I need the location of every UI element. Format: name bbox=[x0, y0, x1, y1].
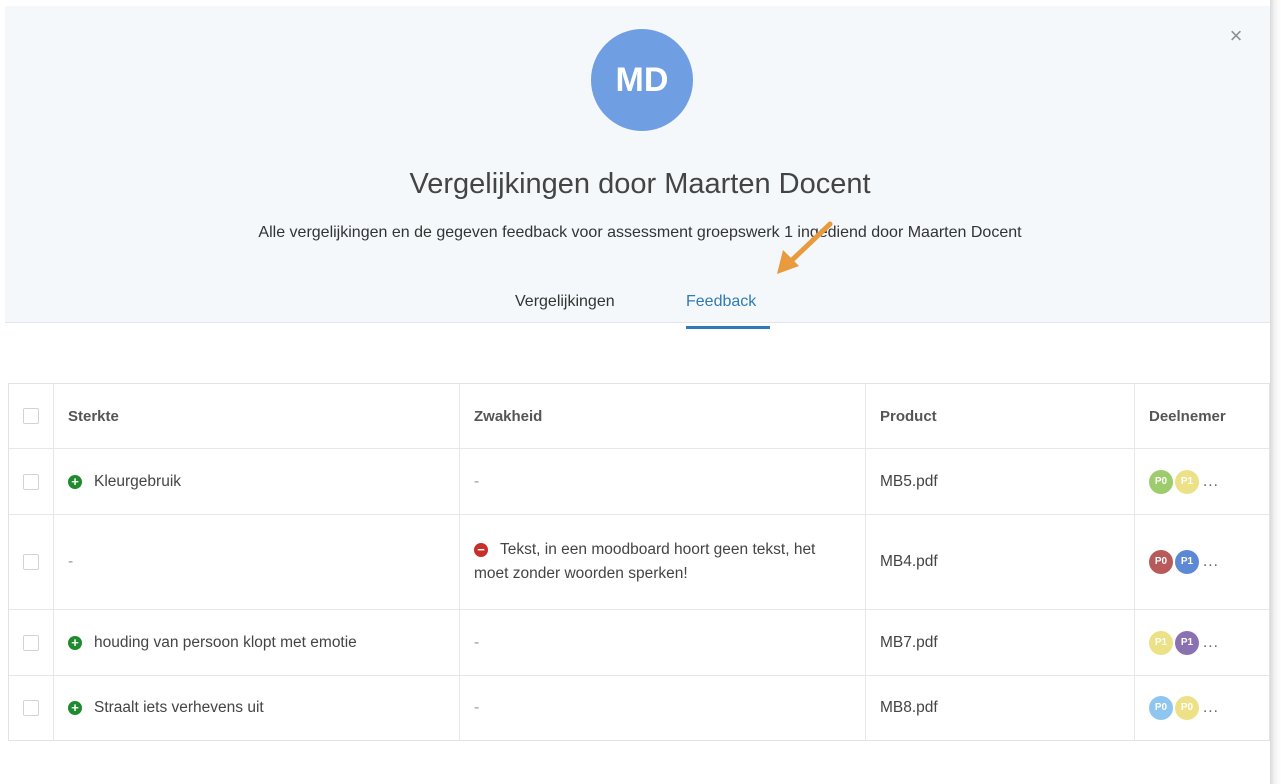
table-row[interactable]: + houding van persoon klopt met emotie - … bbox=[9, 610, 1269, 676]
row-checkbox[interactable] bbox=[23, 473, 39, 490]
close-icon[interactable]: × bbox=[1224, 24, 1248, 48]
plus-circle-icon: + bbox=[68, 701, 82, 715]
product-cell[interactable]: MB4.pdf bbox=[866, 515, 1135, 609]
page-subtitle: Alle vergelijkingen en de gegeven feedba… bbox=[258, 224, 1022, 241]
header-deelnemer[interactable]: Deelnemer bbox=[1135, 384, 1269, 448]
product-cell[interactable]: MB7.pdf bbox=[866, 610, 1135, 675]
participant-badge: P0 bbox=[1149, 469, 1173, 494]
row-checkbox[interactable] bbox=[23, 634, 39, 651]
table-row[interactable]: - − Tekst, in een moodboard hoort geen te… bbox=[9, 515, 1269, 610]
strength-text: Kleurgebruik bbox=[94, 472, 182, 490]
strength-text: houding van persoon klopt met emotie bbox=[94, 633, 357, 651]
row-select-cell bbox=[9, 610, 54, 675]
tab-vergelijkingen[interactable]: Vergelijkingen bbox=[515, 293, 615, 311]
table-header-row: Sterkte Zwakheid Product Deelnemer bbox=[9, 384, 1269, 449]
strength-cell: + Kleurgebruik bbox=[54, 449, 460, 514]
participant-badge: P1 bbox=[1175, 469, 1199, 494]
select-all-cell bbox=[9, 384, 54, 448]
product-cell[interactable]: MB8.pdf bbox=[866, 676, 1135, 740]
annotation-arrow-icon bbox=[777, 221, 833, 274]
product-cell[interactable]: MB5.pdf bbox=[866, 449, 1135, 514]
weakness-cell: - bbox=[460, 676, 866, 740]
active-tab-indicator bbox=[686, 326, 770, 329]
participant-badge: P0 bbox=[1175, 696, 1199, 720]
feedback-table: Sterkte Zwakheid Product Deelnemer + Kleu… bbox=[8, 383, 1270, 741]
row-select-cell bbox=[9, 676, 54, 740]
tab-feedback[interactable]: Feedback bbox=[686, 293, 756, 311]
more-participants[interactable]: ... bbox=[1203, 634, 1219, 652]
participants-cell: P0 P0... bbox=[1135, 676, 1269, 740]
participants-cell: P1 P1... bbox=[1135, 610, 1269, 675]
row-select-cell bbox=[9, 515, 54, 609]
participants-cell: P0 P1... bbox=[1135, 449, 1269, 514]
header-zwakheid[interactable]: Zwakheid bbox=[460, 384, 866, 448]
header-sterkte[interactable]: Sterkte bbox=[54, 384, 460, 448]
weakness-text: Tekst, in een moodboard hoort geen tekst… bbox=[474, 541, 816, 582]
page-title: Vergelijkingen door Maarten Docent bbox=[409, 168, 871, 200]
dialog-edge-shadow bbox=[1270, 0, 1281, 784]
weakness-cell: - bbox=[460, 449, 866, 514]
participant-badge: P1 bbox=[1175, 550, 1199, 574]
plus-circle-icon: + bbox=[68, 474, 82, 489]
participant-badge: P0 bbox=[1149, 696, 1173, 720]
minus-circle-icon: − bbox=[474, 543, 488, 557]
participants-cell: P0 P1... bbox=[1135, 515, 1269, 609]
participant-badge: P0 bbox=[1149, 550, 1173, 574]
participant-badge: P1 bbox=[1175, 630, 1199, 655]
strength-cell: - bbox=[54, 515, 460, 609]
dialog-header: × MD Vergelijkingen door Maarten Docent … bbox=[5, 6, 1270, 329]
select-all-checkbox[interactable] bbox=[23, 408, 39, 424]
weakness-cell: − Tekst, in een moodboard hoort geen teks… bbox=[460, 515, 866, 609]
table-row[interactable]: + Straalt iets verhevens uit - MB8.pdf P0… bbox=[9, 676, 1269, 740]
row-select-cell bbox=[9, 449, 54, 514]
strength-cell: + Straalt iets verhevens uit bbox=[54, 676, 460, 740]
avatar: MD bbox=[591, 29, 693, 131]
header-product[interactable]: Product bbox=[866, 384, 1135, 448]
strength-text: Straalt iets verhevens uit bbox=[94, 699, 264, 716]
participant-badge: P1 bbox=[1149, 630, 1173, 655]
more-participants[interactable]: ... bbox=[1203, 473, 1219, 491]
row-checkbox[interactable] bbox=[23, 554, 39, 570]
plus-circle-icon: + bbox=[68, 635, 82, 650]
weakness-cell: - bbox=[460, 610, 866, 675]
row-checkbox[interactable] bbox=[23, 700, 39, 716]
comparison-dialog: × MD Vergelijkingen door Maarten Docent … bbox=[0, 0, 1270, 784]
table-row[interactable]: + Kleurgebruik - MB5.pdf P0 P1... bbox=[9, 449, 1269, 515]
more-participants[interactable]: ... bbox=[1203, 699, 1219, 717]
more-participants[interactable]: ... bbox=[1203, 553, 1219, 571]
strength-cell: + houding van persoon klopt met emotie bbox=[54, 610, 460, 675]
